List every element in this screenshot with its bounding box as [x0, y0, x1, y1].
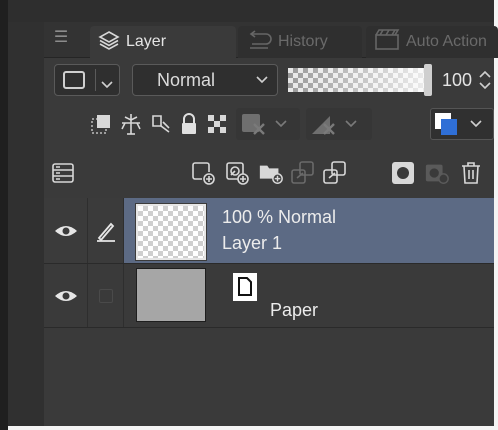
eye-icon [54, 290, 77, 301]
opacity-slider[interactable] [288, 68, 432, 92]
layer-color-swatch [63, 71, 85, 89]
new-vector-layer-icon[interactable] [224, 160, 250, 186]
layer-blend-info: 100 % Normal [222, 207, 337, 227]
blend-mode-value: Normal [157, 70, 216, 90]
transfer-to-lower-layer-icon[interactable] [290, 160, 316, 186]
stepper-arrows-icon[interactable] [478, 67, 492, 93]
lock-toolbar [44, 104, 494, 144]
layer-row-layer-1[interactable]: 100 % Normal Layer 1 [44, 198, 494, 264]
left-edge [0, 0, 8, 430]
layer-thumbnail [136, 268, 206, 322]
edit-target-toggle[interactable] [88, 198, 124, 263]
tab-layer[interactable]: Layer [90, 26, 236, 58]
tab-bar: ☰ Layer History Auto Action [44, 22, 498, 58]
pen-icon [96, 222, 115, 242]
clip-to-layer-below-icon[interactable] [88, 111, 114, 137]
chevron-down-icon [470, 120, 482, 128]
layer-color-button[interactable] [54, 64, 120, 96]
new-layer-folder-icon[interactable] [258, 160, 284, 186]
enable-mask-dropdown[interactable] [236, 108, 300, 140]
visibility-toggle[interactable] [44, 198, 88, 263]
layer-thumbnail [135, 203, 207, 261]
checkbox-icon [98, 288, 113, 303]
mask-disabled-icon [242, 114, 265, 135]
paper-layer-icon [232, 272, 258, 302]
tab-layer-label: Layer [126, 33, 167, 50]
create-layer-mask-icon[interactable] [390, 160, 416, 186]
layer-operations-toolbar [44, 152, 494, 194]
blend-mode-select[interactable]: Normal [132, 64, 278, 96]
chevron-down-icon [345, 120, 357, 128]
lock-transparent-pixels-icon[interactable] [204, 111, 230, 137]
tab-auto-action[interactable]: Auto Action [366, 26, 498, 58]
layer-color-icon [435, 113, 457, 135]
combine-with-layer-below-icon[interactable] [322, 160, 348, 186]
panel-menu-icon[interactable]: ☰ [52, 28, 70, 48]
lock-icon[interactable] [176, 111, 202, 137]
layer-row-paper[interactable]: Paper [44, 264, 494, 328]
tab-history-label: History [278, 33, 328, 50]
layer-color-dropdown[interactable] [430, 108, 494, 140]
eye-icon [54, 225, 77, 236]
opacity-value: 100 [442, 70, 473, 90]
draft-layer-icon[interactable] [148, 111, 174, 137]
layer-list: 100 % Normal Layer 1 Paper [44, 198, 494, 426]
top-strip [8, 0, 494, 22]
layer-name: Paper [270, 300, 319, 320]
layers-icon [98, 29, 120, 56]
tab-history[interactable]: History [238, 26, 362, 58]
ruler-disabled-icon [312, 116, 335, 135]
trash-icon[interactable] [458, 160, 484, 186]
visibility-toggle[interactable] [44, 264, 88, 327]
history-icon [246, 29, 272, 55]
left-gutter [8, 22, 44, 426]
auto-action-icon [374, 28, 400, 56]
blend-toolbar: Normal 100 [44, 60, 494, 100]
opacity-stepper[interactable]: 100 [438, 64, 494, 96]
chevron-down-icon [275, 120, 287, 128]
layer-name: Layer 1 [222, 233, 283, 253]
layer-palette-menu-icon[interactable] [50, 160, 76, 186]
opacity-slider-thumb[interactable] [424, 64, 432, 96]
reference-layer-icon[interactable] [118, 111, 144, 137]
chevron-down-icon [247, 65, 277, 95]
ruler-dropdown[interactable] [306, 108, 372, 140]
new-raster-layer-icon[interactable] [190, 160, 216, 186]
apply-mask-icon[interactable] [424, 160, 450, 186]
layer-list-empty-area [44, 329, 494, 426]
edit-target-toggle[interactable] [88, 264, 124, 327]
chevron-down-icon[interactable] [95, 69, 117, 91]
tab-auto-action-label: Auto Action [406, 33, 487, 50]
